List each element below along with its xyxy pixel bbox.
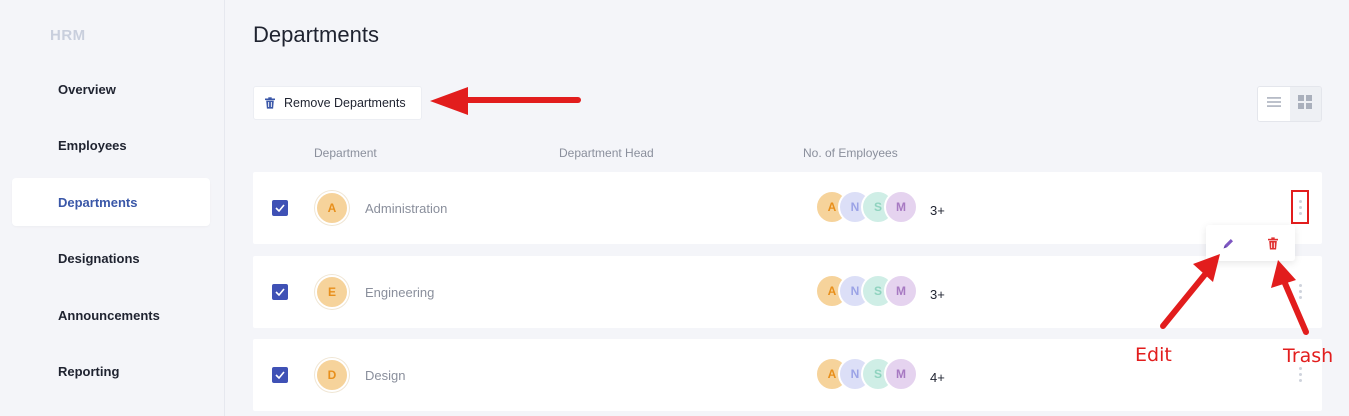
trash-icon xyxy=(1267,236,1278,249)
employee-avatars: A N S M xyxy=(815,357,918,393)
column-header-department: Department xyxy=(314,146,377,160)
employee-count: 4+ xyxy=(930,370,945,385)
grid-view-button[interactable] xyxy=(1289,87,1321,121)
brand-logo: HRM xyxy=(50,27,86,44)
sidebar-item-overview[interactable]: Overview xyxy=(12,65,210,113)
table-row[interactable]: E Engineering A N S M 3+ xyxy=(253,256,1322,328)
sidebar-item-employees[interactable]: Employees xyxy=(12,121,210,169)
check-icon xyxy=(275,288,285,296)
annotation-edit-label: Edit xyxy=(1135,344,1172,366)
check-icon xyxy=(275,204,285,212)
table-row[interactable]: A Administration A N S M 3+ xyxy=(253,172,1322,244)
department-name: Administration xyxy=(365,201,448,216)
avatar: M xyxy=(884,190,918,224)
employee-avatars: A N S M xyxy=(815,274,918,310)
avatar: M xyxy=(884,357,918,391)
avatar: M xyxy=(884,274,918,308)
sidebar-item-departments[interactable]: Departments xyxy=(12,178,210,226)
list-view-button[interactable] xyxy=(1258,87,1290,121)
column-header-department-head: Department Head xyxy=(559,146,654,160)
list-icon xyxy=(1266,95,1281,113)
row-checkbox[interactable] xyxy=(272,200,288,216)
annotation-trash-label: Trash xyxy=(1283,345,1334,367)
page-title: Departments xyxy=(253,22,379,47)
row-checkbox[interactable] xyxy=(272,284,288,300)
remove-departments-button[interactable]: Remove Departments xyxy=(253,86,422,120)
more-options-icon[interactable] xyxy=(1291,274,1309,308)
sidebar: HRM Overview Employees Departments Desig… xyxy=(0,0,225,416)
employee-count: 3+ xyxy=(930,203,945,218)
row-checkbox[interactable] xyxy=(272,367,288,383)
delete-button[interactable] xyxy=(1263,233,1283,253)
column-header-employees: No. of Employees xyxy=(803,146,898,160)
pencil-icon xyxy=(1223,238,1233,248)
grid-icon xyxy=(1298,94,1313,114)
more-options-icon[interactable] xyxy=(1291,190,1309,224)
employee-count: 3+ xyxy=(930,287,945,302)
check-icon xyxy=(275,371,285,379)
department-avatar: D xyxy=(315,358,349,392)
department-avatar: A xyxy=(315,191,349,225)
trash-icon xyxy=(264,97,276,109)
department-name: Engineering xyxy=(365,285,435,300)
edit-button[interactable] xyxy=(1218,233,1238,253)
employee-avatars: A N S M xyxy=(815,190,918,226)
remove-departments-label: Remove Departments xyxy=(284,96,406,110)
sidebar-item-announcements[interactable]: Announcements xyxy=(12,291,210,339)
row-actions-popup xyxy=(1206,225,1295,261)
sidebar-item-designations[interactable]: Designations xyxy=(12,234,210,282)
department-name: Design xyxy=(365,368,406,383)
department-avatar: E xyxy=(315,275,349,309)
view-toggle xyxy=(1257,86,1322,122)
sidebar-item-reporting[interactable]: Reporting xyxy=(12,347,210,395)
